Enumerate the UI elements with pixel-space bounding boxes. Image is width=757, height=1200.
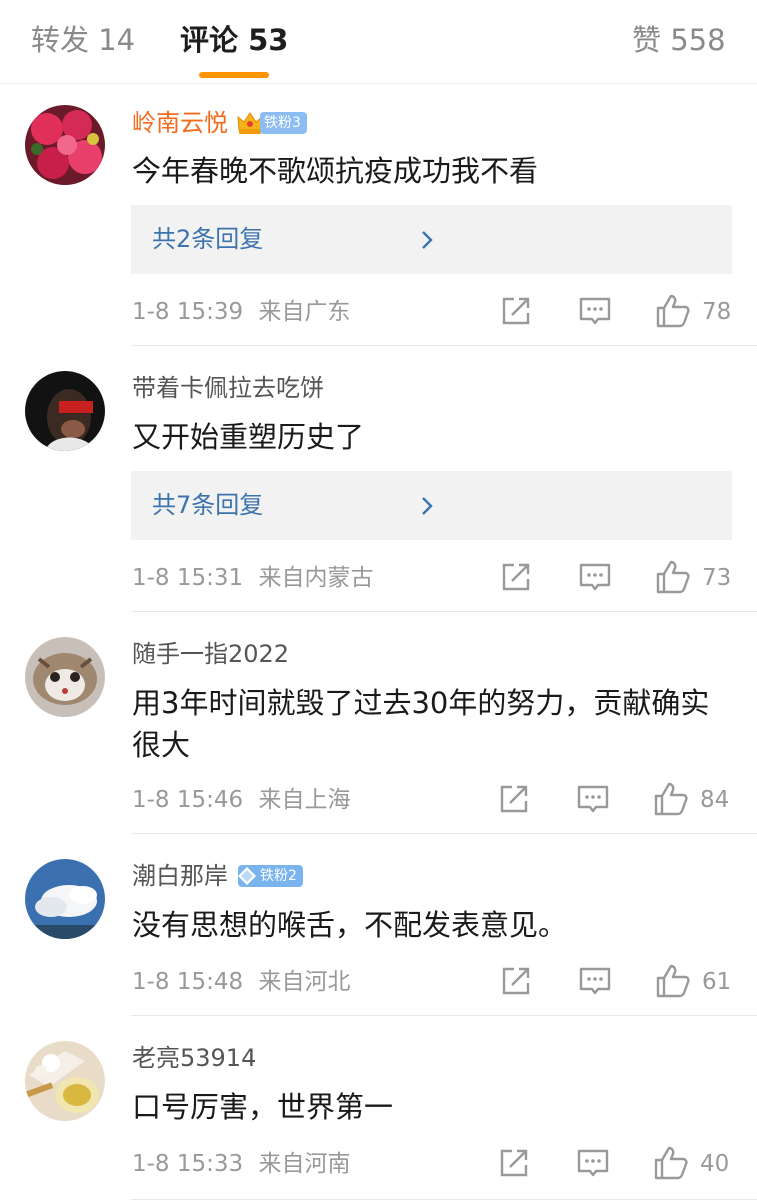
comment-location: 来自内蒙古	[258, 565, 374, 591]
comment-item: 带着卡佩拉去吃饼 又开始重塑历史了 共7条回复 1-8 15:31 来自内蒙古 …	[0, 346, 757, 612]
active-tab-indicator	[199, 72, 269, 78]
comment-time: 1-8 15:33	[132, 1151, 244, 1177]
comment-item: 岭南云悦 铁粉3 今年春晚不歌颂抗疫成功我不看 共2条回复 1-8 15:39 …	[0, 84, 757, 346]
share-icon[interactable]	[494, 1143, 534, 1183]
replies-label: 共7条回复	[152, 491, 264, 519]
username[interactable]: 潮白那岸	[132, 859, 228, 893]
comment-text: 今年春晚不歌颂抗疫成功我不看	[132, 154, 539, 188]
share-icon[interactable]	[496, 961, 536, 1001]
username[interactable]: 岭南云悦	[132, 106, 228, 140]
share-icon[interactable]	[494, 779, 534, 819]
like-icon[interactable]	[651, 779, 691, 819]
comment-text: 口号厉害，世界第一	[132, 1090, 394, 1124]
comment-time: 1-8 15:48	[132, 969, 244, 995]
fan-badge: 铁粉3	[236, 111, 307, 135]
like-count: 84	[700, 787, 730, 813]
diamond-icon	[238, 867, 256, 885]
comment-text: 用3年时间就毁了过去30年的努力，贡献确实很大	[132, 686, 710, 762]
like-icon[interactable]	[653, 557, 693, 597]
like-icon[interactable]	[651, 1143, 691, 1183]
share-icon[interactable]	[496, 291, 536, 331]
share-icon[interactable]	[496, 557, 536, 597]
replies-button[interactable]: 共2条回复	[131, 205, 732, 274]
like-count: 40	[700, 1151, 730, 1177]
comment-icon[interactable]	[575, 961, 615, 1001]
comment-location: 来自广东	[258, 299, 351, 325]
comment-icon[interactable]	[573, 1143, 613, 1183]
chevron-right-icon	[422, 231, 433, 249]
avatar[interactable]	[25, 859, 105, 939]
like-icon[interactable]	[653, 961, 693, 1001]
comment-item: 潮白那岸 铁粉2 没有思想的喉舌，不配发表意见。 1-8 15:48 来自河北 …	[0, 834, 757, 1016]
comment-tabs: 转发 14 评论 53 赞 558	[0, 0, 757, 84]
fan-badge-label: 铁粉3	[260, 112, 307, 134]
comment-time: 1-8 15:39	[132, 299, 244, 325]
comment-meta: 1-8 15:48 来自河北	[132, 966, 350, 998]
replies-button[interactable]: 共7条回复	[131, 471, 732, 540]
username[interactable]: 随手一指2022	[132, 637, 289, 671]
comment-meta: 1-8 15:46 来自上海	[132, 784, 350, 816]
comment-meta: 1-8 15:39 来自广东	[132, 296, 350, 328]
like-count: 78	[702, 299, 732, 325]
like-count: 73	[702, 565, 732, 591]
tab-likes[interactable]: 赞 558	[632, 20, 726, 60]
comment-location: 来自河北	[258, 969, 351, 995]
tab-comments[interactable]: 评论 53	[180, 20, 288, 60]
replies-label: 共2条回复	[152, 225, 264, 253]
comment-time: 1-8 15:31	[132, 565, 244, 591]
comment-item: 随手一指2022 用3年时间就毁了过去30年的努力，贡献确实很大 1-8 15:…	[0, 612, 757, 834]
like-count: 61	[702, 969, 732, 995]
like-icon[interactable]	[653, 291, 693, 331]
avatar[interactable]	[25, 637, 105, 717]
avatar[interactable]	[25, 1041, 105, 1121]
comment-meta: 1-8 15:31 来自内蒙古	[132, 562, 373, 594]
fan-badge: 铁粉2	[236, 864, 303, 888]
comment-icon[interactable]	[575, 291, 615, 331]
comment-text: 又开始重塑历史了	[132, 420, 365, 454]
avatar[interactable]	[25, 371, 105, 451]
comment-text: 没有思想的喉舌，不配发表意见。	[132, 908, 568, 942]
comment-location: 来自河南	[258, 1151, 351, 1177]
comment-meta: 1-8 15:33 来自河南	[132, 1148, 350, 1180]
comment-icon[interactable]	[573, 779, 613, 819]
username[interactable]: 带着卡佩拉去吃饼	[132, 371, 324, 405]
comment-item: 老亮53914 口号厉害，世界第一 1-8 15:33 来自河南 40	[0, 1016, 757, 1200]
comment-location: 来自上海	[258, 787, 351, 813]
avatar[interactable]	[25, 105, 105, 185]
username[interactable]: 老亮53914	[132, 1041, 256, 1075]
tab-repost[interactable]: 转发 14	[31, 20, 135, 60]
chevron-right-icon	[422, 497, 433, 515]
comment-time: 1-8 15:46	[132, 787, 244, 813]
comment-icon[interactable]	[575, 557, 615, 597]
